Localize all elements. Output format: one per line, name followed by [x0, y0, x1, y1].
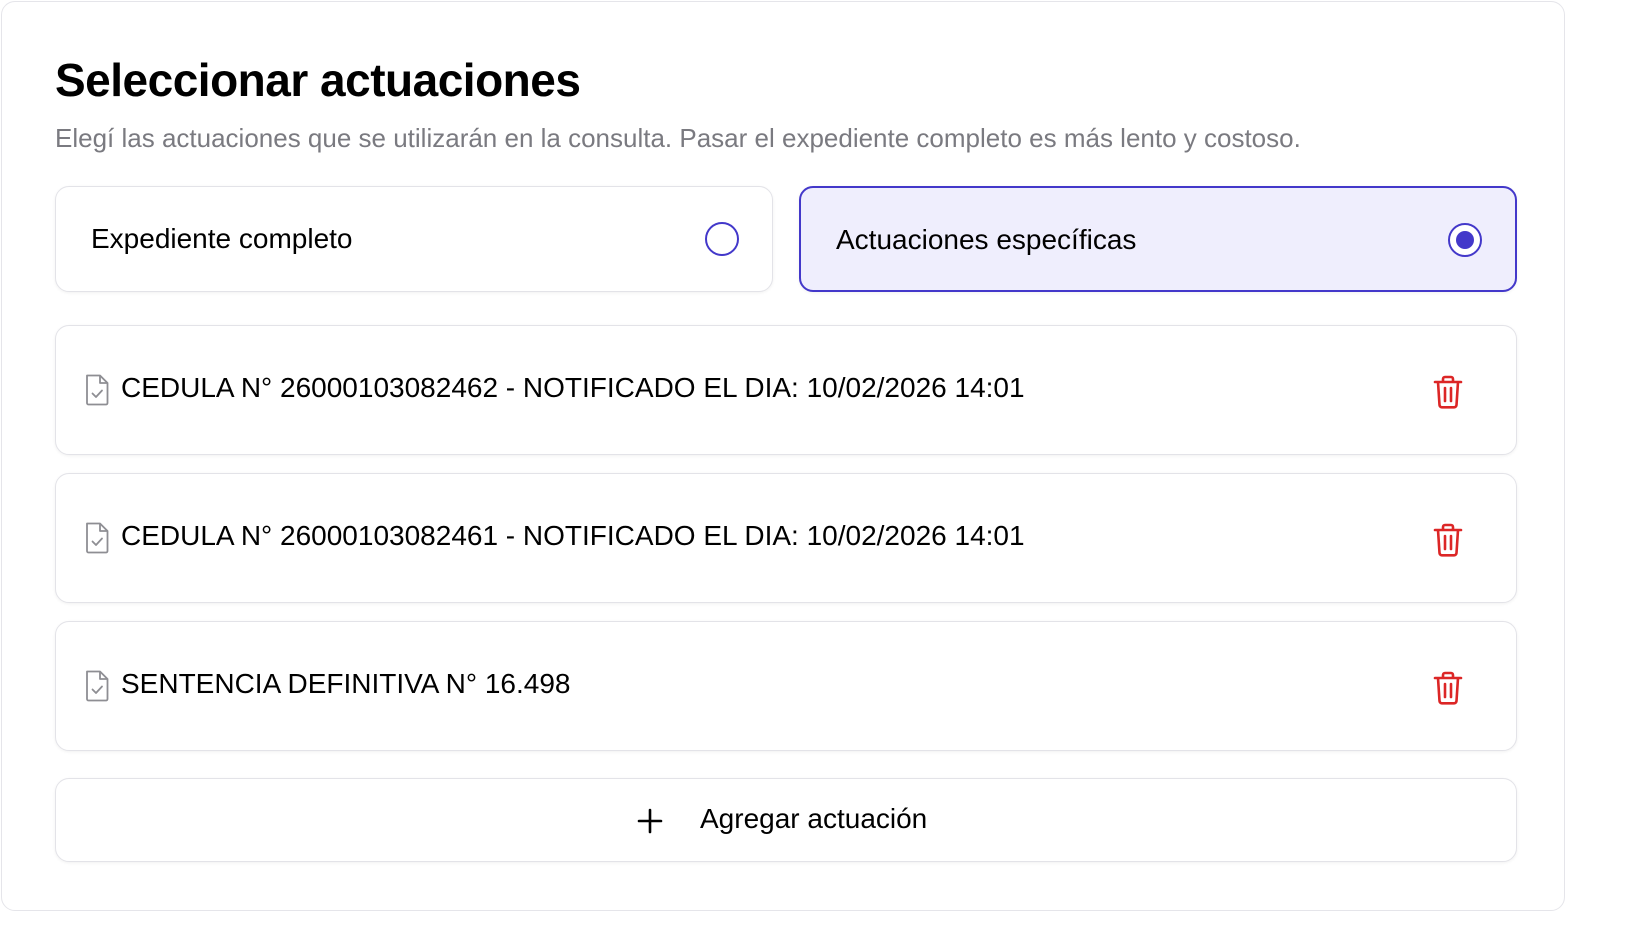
add-action-label: Agregar actuación — [700, 803, 928, 834]
list-item-label: SENTENCIA DEFINITIVA N° 16.498 — [121, 668, 571, 699]
option-full-file[interactable]: Expediente completo — [55, 186, 773, 292]
select-actions-card: Seleccionar actuaciones Elegí las actuac… — [1, 1, 1565, 911]
option-full-file-label: Expediente completo — [91, 223, 353, 254]
option-specific-actions[interactable]: Actuaciones específicas — [799, 186, 1517, 292]
document-check-icon — [86, 374, 109, 406]
list-item: CEDULA N° 26000103082461 - NOTIFICADO EL… — [55, 473, 1517, 603]
plus-icon — [637, 808, 663, 834]
list-item-label: CEDULA N° 26000103082462 - NOTIFICADO EL… — [121, 372, 1025, 403]
trash-icon — [1433, 375, 1463, 409]
list-item-label: CEDULA N° 26000103082461 - NOTIFICADO EL… — [121, 520, 1025, 551]
radio-specific-actions[interactable] — [1448, 223, 1482, 257]
page-subtitle: Elegí las actuaciones que se utilizarán … — [55, 123, 1301, 153]
document-check-icon — [86, 522, 109, 554]
delete-button[interactable] — [1426, 520, 1470, 560]
list-item: SENTENCIA DEFINITIVA N° 16.498 — [55, 621, 1517, 751]
delete-button[interactable] — [1426, 372, 1470, 412]
list-item: CEDULA N° 26000103082462 - NOTIFICADO EL… — [55, 325, 1517, 455]
radio-full-file[interactable] — [705, 222, 739, 256]
add-action-button[interactable]: Agregar actuación — [55, 778, 1517, 862]
trash-icon — [1433, 523, 1463, 557]
page-title: Seleccionar actuaciones — [55, 54, 581, 106]
trash-icon — [1433, 671, 1463, 705]
option-specific-actions-label: Actuaciones específicas — [836, 224, 1137, 255]
document-check-icon — [86, 670, 109, 702]
delete-button[interactable] — [1426, 668, 1470, 708]
